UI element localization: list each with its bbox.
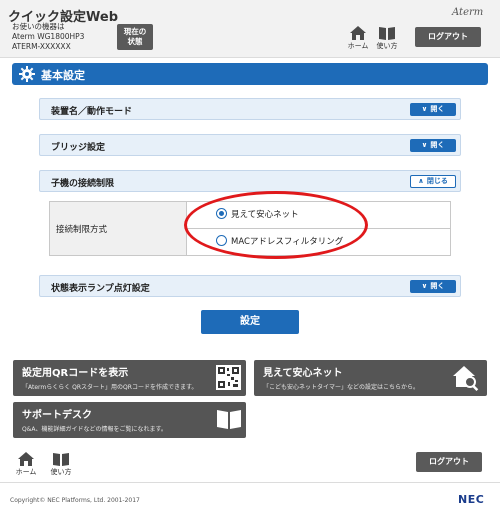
accordion-device-name-mode[interactable]: 装置名／動作モード ∨ 開く <box>39 98 461 120</box>
qr-code-icon <box>216 365 241 390</box>
footer-logout-button[interactable]: ログアウト <box>416 452 482 472</box>
radio-button-checked[interactable] <box>216 208 227 219</box>
connection-limit-method-label: 接続制限方式 <box>56 225 108 235</box>
accordion-status-lamp[interactable]: 状態表示ランプ点灯設定 ∨ 開く <box>39 275 461 297</box>
tile-description: Q&A、機能詳細ガイドなどの情報をご覧になれます。 <box>22 426 167 433</box>
tile-title: 設定用QRコードを表示 <box>22 368 129 379</box>
open-button[interactable]: ∨ 開く <box>410 103 456 116</box>
footer-help-link[interactable]: 使い方 <box>49 452 73 477</box>
status-button-line1: 現在の <box>123 27 147 36</box>
open-button-label: 開く <box>430 105 445 113</box>
copyright-text: Copyright© NEC Platforms, Ltd. 2001-2017 <box>10 497 140 504</box>
current-status-button[interactable]: 現在の 状態 <box>117 24 153 50</box>
device-model: Aterm WG1800HP3 <box>12 32 85 41</box>
accordion-label: 子機の接続制限 <box>51 179 115 189</box>
tile-description: 「Atermらくらく QRスタート」用のQRコードを作成できます。 <box>22 384 198 391</box>
close-button[interactable]: ∧ 閉じる <box>410 175 456 188</box>
home-icon <box>18 452 34 466</box>
row-divider <box>187 228 451 229</box>
accordion-connection-limit[interactable]: 子機の接続制限 ∧ 閉じる <box>39 170 461 192</box>
header-logout-button[interactable]: ログアウト <box>415 27 481 47</box>
chevron-up-icon: ∧ <box>418 177 424 185</box>
tile-title: 見えて安心ネット <box>263 368 343 379</box>
device-name: ATERM-XXXXXX <box>12 42 71 51</box>
open-button-label: 開く <box>430 282 445 290</box>
chevron-down-icon: ∨ <box>421 105 428 113</box>
device-info: お使いの機器は Aterm WG1800HP3 ATERM-XXXXXX <box>12 22 84 52</box>
section-title: 基本設定 <box>41 69 85 82</box>
footer-home-label: ホーム <box>15 468 37 476</box>
radio-label: MACアドレスフィルタリング <box>231 237 344 247</box>
chevron-down-icon: ∨ <box>421 141 428 149</box>
tile-title: サポートデスク <box>22 410 92 421</box>
page-header: クイック設定Web お使いの機器は Aterm WG1800HP3 ATERM-… <box>0 0 500 58</box>
accordion-label: ブリッジ設定 <box>51 143 106 153</box>
status-button-line2: 状態 <box>127 37 143 46</box>
footer-home-link[interactable]: ホーム <box>14 452 38 477</box>
header-home-label: ホーム <box>347 42 369 50</box>
safe-net-tile[interactable]: 見えて安心ネット 「こども安心ネットタイマー」などの設定はこちらから。 <box>254 360 487 396</box>
book-icon <box>217 410 241 429</box>
footer-divider <box>0 482 500 483</box>
header-help-label: 使い方 <box>376 42 398 50</box>
chevron-down-icon: ∨ <box>421 282 428 290</box>
open-button-label: 開く <box>430 141 445 149</box>
tile-description: 「こども安心ネットタイマー」などの設定はこちらから。 <box>263 384 420 391</box>
open-button[interactable]: ∨ 開く <box>410 280 456 293</box>
support-desk-tile[interactable]: サポートデスク Q&A、機能詳細ガイドなどの情報をご覧になれます。 <box>13 402 246 438</box>
aterm-logo: Aterm <box>452 7 484 18</box>
home-search-icon <box>453 366 479 391</box>
close-button-label: 閉じる <box>426 177 448 185</box>
accordion-label: 状態表示ランプ点灯設定 <box>51 284 150 294</box>
submit-button[interactable]: 設定 <box>201 310 299 334</box>
field-label-cell: 接続制限方式 <box>50 202 187 255</box>
section-header: 基本設定 <box>12 63 488 85</box>
open-button[interactable]: ∨ 開く <box>410 139 456 152</box>
header-help-link[interactable]: 使い方 <box>375 26 399 51</box>
radio-label: 見えて安心ネット <box>231 210 299 220</box>
device-label: お使いの機器は <box>12 22 65 31</box>
home-icon <box>350 26 366 40</box>
footer-help-label: 使い方 <box>50 468 72 476</box>
gear-icon <box>19 66 35 82</box>
radio-button[interactable] <box>216 235 227 246</box>
nec-logo: NEC <box>458 493 485 506</box>
accordion-label: 装置名／動作モード <box>51 107 133 117</box>
book-icon <box>53 453 69 466</box>
book-icon <box>379 27 395 40</box>
qr-code-tile[interactable]: 設定用QRコードを表示 「Atermらくらく QRスタート」用のQRコードを作成… <box>13 360 246 396</box>
accordion-bridge-settings[interactable]: ブリッジ設定 ∨ 開く <box>39 134 461 156</box>
header-home-link[interactable]: ホーム <box>346 26 370 51</box>
